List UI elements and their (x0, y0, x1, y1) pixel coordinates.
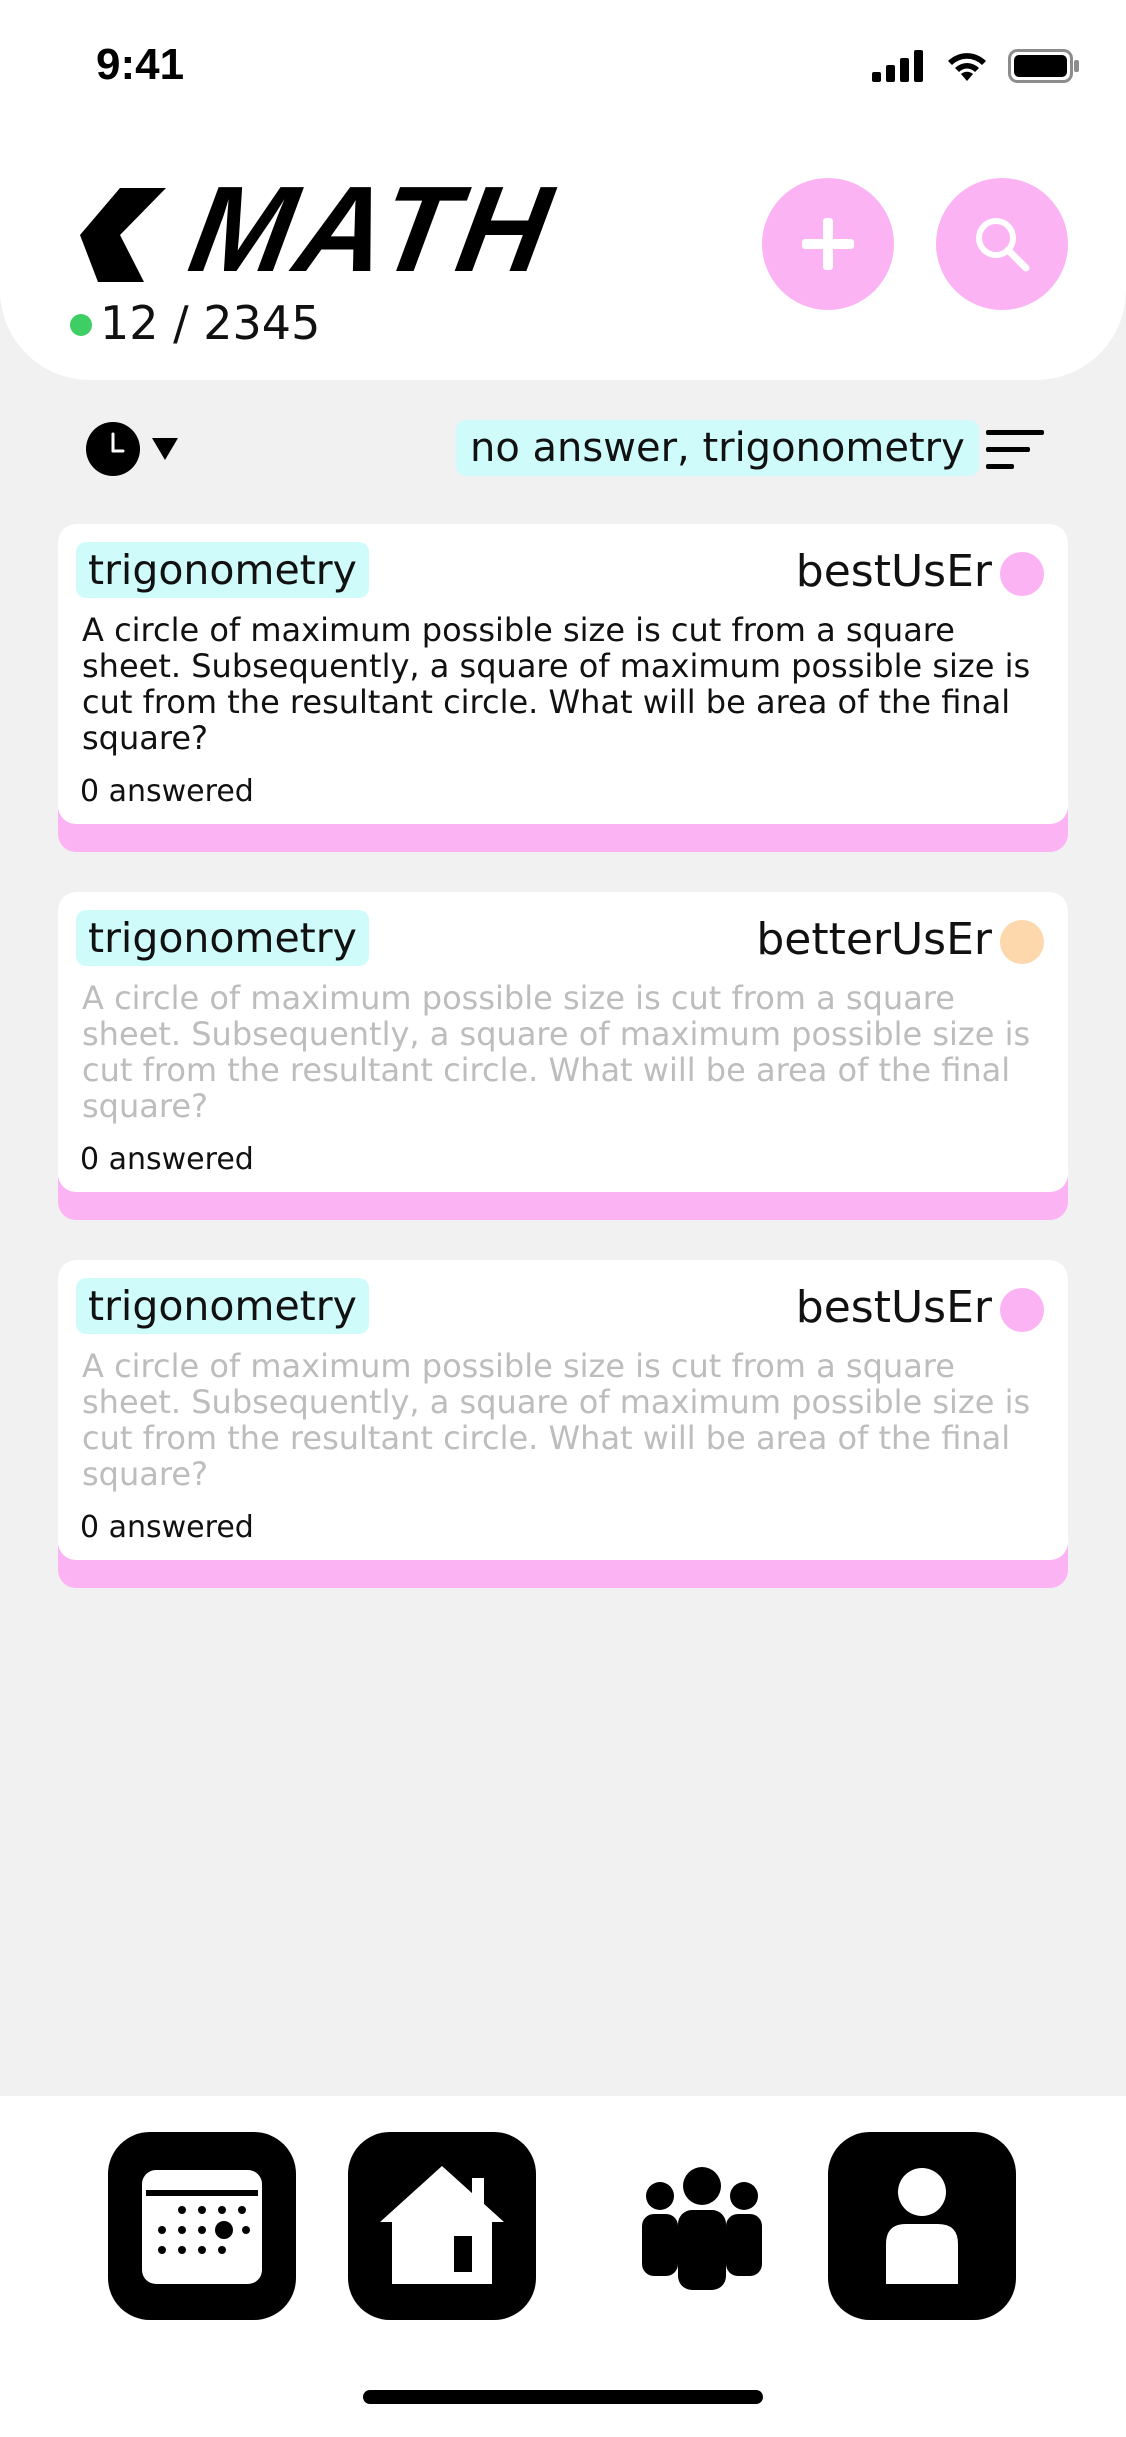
calendar-icon (142, 2170, 262, 2284)
caret-down-icon[interactable] (152, 438, 178, 460)
question-card[interactable]: trigonometry bestUsEr A circle of maximu… (58, 524, 1068, 852)
status-time: 9:41 (96, 40, 185, 89)
author-avatar (1000, 1288, 1044, 1332)
status-bar: 9:41 (0, 0, 1126, 130)
question-card-body: trigonometry bestUsEr A circle of maximu… (58, 1260, 1068, 1560)
bottom-nav (0, 2096, 1126, 2437)
question-counter: 12 / 2345 (100, 296, 321, 350)
author-name[interactable]: betterUsEr (756, 910, 992, 970)
home-icon (380, 2166, 504, 2284)
sort-clock-button[interactable] (86, 422, 140, 476)
search-button[interactable] (936, 178, 1068, 310)
plus-icon (802, 218, 854, 270)
answered-count: 0 answered (80, 774, 254, 809)
topic-tag[interactable]: trigonometry (76, 542, 369, 598)
question-text: A circle of maximum possible size is cut… (82, 1347, 1031, 1493)
add-question-button[interactable] (762, 178, 894, 310)
signal-icon (872, 50, 923, 82)
author-name[interactable]: bestUsEr (796, 1278, 992, 1338)
chevron-left-icon[interactable] (80, 188, 166, 282)
question-text: A circle of maximum possible size is cut… (82, 979, 1031, 1125)
topic-tag[interactable]: trigonometry (76, 1278, 369, 1334)
clock-icon (111, 432, 125, 453)
question-card[interactable]: trigonometry bestUsEr A circle of maximu… (58, 1260, 1068, 1588)
topic-tag[interactable]: trigonometry (76, 910, 369, 966)
author-avatar (1000, 552, 1044, 596)
wifi-icon (948, 53, 986, 81)
search-icon (976, 218, 1030, 272)
author-avatar (1000, 920, 1044, 964)
header: MATH 12 / 2345 (0, 128, 1126, 380)
battery-icon (1008, 49, 1079, 83)
answered-count: 0 answered (80, 1142, 254, 1177)
question-card-body: trigonometry bestUsEr A circle of maximu… (58, 524, 1068, 824)
profile-icon (886, 2168, 958, 2284)
community-icon (642, 2167, 762, 2290)
question-text: A circle of maximum possible size is cut… (82, 611, 1031, 757)
home-indicator[interactable] (363, 2390, 763, 2404)
nav-profile-button[interactable] (828, 2132, 1016, 2320)
status-icons (872, 46, 1080, 86)
answered-count: 0 answered (80, 1510, 254, 1545)
page-title: MATH (180, 161, 565, 297)
nav-community-button[interactable] (608, 2132, 796, 2320)
question-card-body: trigonometry betterUsEr A circle of maxi… (58, 892, 1068, 1192)
nav-home-button[interactable] (348, 2132, 536, 2320)
nav-calendar-button[interactable] (108, 2132, 296, 2320)
online-status-dot (70, 314, 92, 336)
filter-lines-icon[interactable] (986, 428, 1046, 472)
author-name[interactable]: bestUsEr (796, 542, 992, 602)
question-card[interactable]: trigonometry betterUsEr A circle of maxi… (58, 892, 1068, 1220)
active-filters-chip[interactable]: no answer, trigonometry (456, 420, 979, 476)
screen: 9:41 MATH 12 / 2345 no answer, trigonome… (0, 0, 1126, 2437)
